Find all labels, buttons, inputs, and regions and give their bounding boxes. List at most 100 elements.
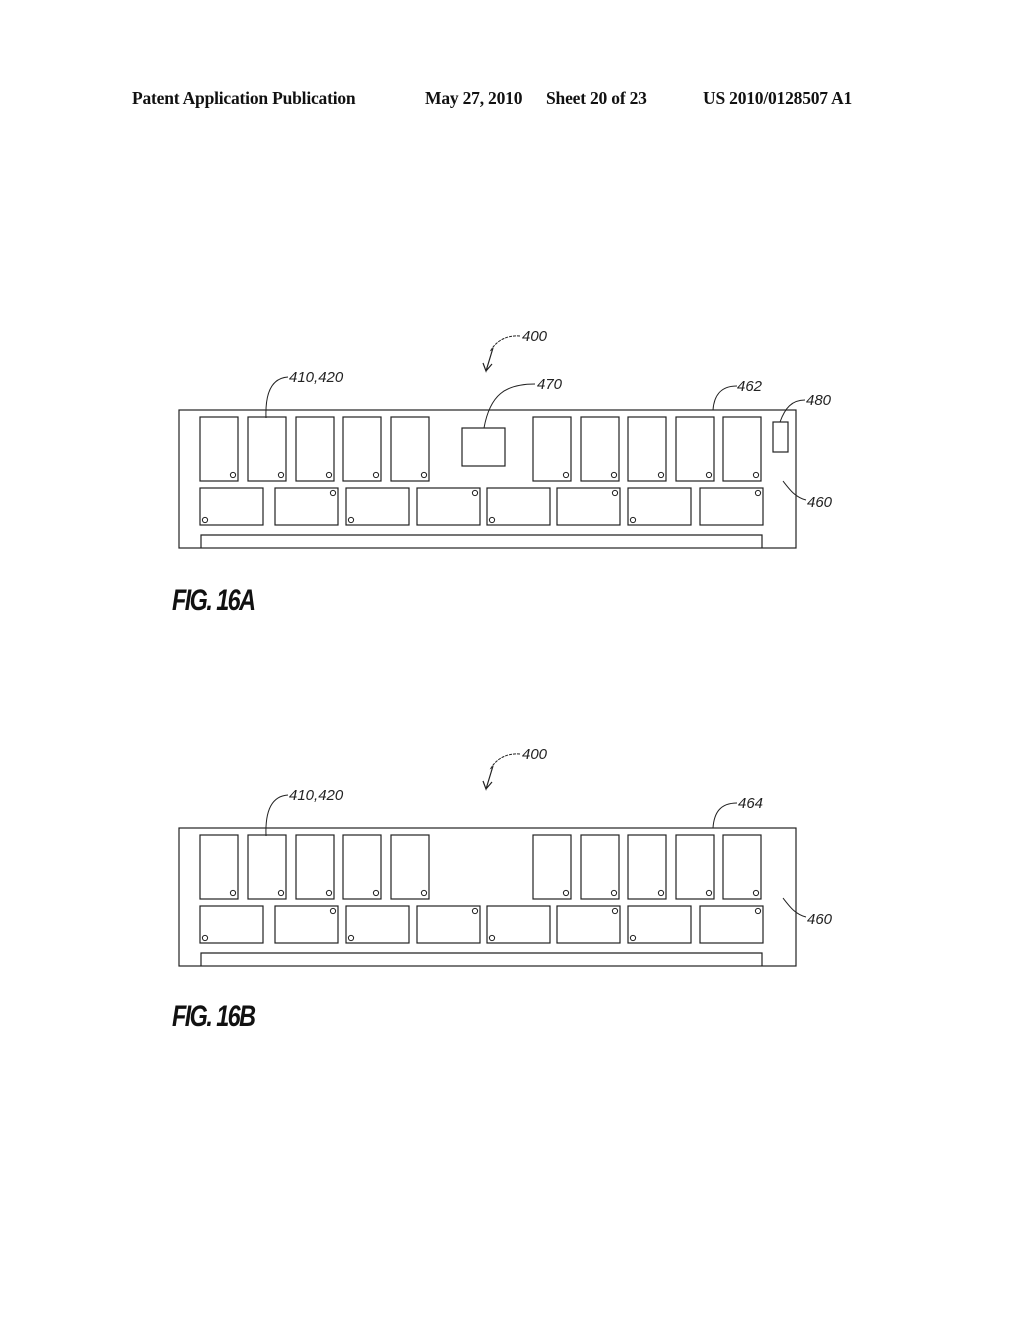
ref-label-board: 460 <box>807 911 833 928</box>
memory-chip <box>390 834 430 900</box>
memory-chip <box>295 834 335 900</box>
pin1-marker-icon <box>325 889 333 897</box>
leader-line-board <box>782 480 807 501</box>
memory-chip <box>627 834 667 900</box>
memory-chip <box>416 487 481 526</box>
pin1-marker-icon <box>705 471 713 479</box>
memory-module-board <box>178 827 797 967</box>
memory-chip <box>675 834 715 900</box>
figure-16b: 400 410,420 464 460 <box>178 746 833 967</box>
pin1-marker-icon <box>347 934 355 942</box>
pin1-marker-icon <box>471 907 479 915</box>
figure-label: FIG. 16B <box>172 1000 256 1033</box>
pin1-marker-icon <box>562 889 570 897</box>
ref-label-assembly: 400 <box>522 746 548 763</box>
figure-label: FIG. 16A <box>172 584 256 617</box>
leader-line-board-edge <box>712 385 738 411</box>
leader-line-chips <box>265 794 289 837</box>
memory-chip <box>342 834 382 900</box>
memory-chip <box>390 416 430 482</box>
pin1-marker-icon <box>229 471 237 479</box>
ref-label-center-chip: 470 <box>537 376 563 393</box>
pin1-marker-icon <box>488 934 496 942</box>
pin1-marker-icon <box>562 471 570 479</box>
ref-label-assembly: 400 <box>522 328 548 345</box>
pin1-marker-icon <box>277 889 285 897</box>
pin1-marker-icon <box>488 516 496 524</box>
memory-chip <box>274 487 339 526</box>
pin1-marker-icon <box>277 471 285 479</box>
pin1-marker-icon <box>752 889 760 897</box>
ref-label-board-edge: 462 <box>737 378 763 395</box>
memory-chip <box>532 834 572 900</box>
pin1-marker-icon <box>754 907 762 915</box>
memory-module-board <box>178 409 797 549</box>
figure-16a: 400 410,420 470 462 480 460 <box>178 328 833 549</box>
pin1-marker-icon <box>705 889 713 897</box>
memory-chip <box>532 416 572 482</box>
memory-chip <box>699 905 764 944</box>
pin1-marker-icon <box>420 889 428 897</box>
leader-line-board <box>782 897 807 918</box>
pin1-marker-icon <box>629 934 637 942</box>
pin1-marker-icon <box>229 889 237 897</box>
memory-chip <box>556 905 621 944</box>
memory-chip <box>199 416 239 482</box>
edge-connector <box>200 534 763 548</box>
memory-chip <box>486 487 551 526</box>
side-component <box>772 421 789 453</box>
memory-chip <box>722 834 762 900</box>
memory-chip <box>699 487 764 526</box>
memory-chip <box>199 905 264 944</box>
arrow-icon <box>482 347 494 373</box>
memory-chip <box>627 416 667 482</box>
leader-line-board-edge <box>712 802 738 829</box>
pin1-marker-icon <box>657 471 665 479</box>
memory-chip <box>675 416 715 482</box>
memory-chip <box>295 416 335 482</box>
memory-chip <box>342 416 382 482</box>
buffer-chip <box>461 427 506 467</box>
pin1-marker-icon <box>629 516 637 524</box>
pin1-marker-icon <box>325 471 333 479</box>
pin1-marker-icon <box>372 889 380 897</box>
pin1-marker-icon <box>372 471 380 479</box>
pin1-marker-icon <box>329 489 337 497</box>
memory-chip <box>627 487 692 526</box>
pin1-marker-icon <box>201 934 209 942</box>
leader-line-side-component <box>779 399 806 423</box>
pin1-marker-icon <box>752 471 760 479</box>
ref-label-chips: 410,420 <box>289 787 344 804</box>
leader-line-assembly <box>489 753 521 771</box>
memory-chip <box>274 905 339 944</box>
pin1-marker-icon <box>611 907 619 915</box>
memory-chip <box>345 905 410 944</box>
leader-line-assembly <box>489 335 521 353</box>
pin1-marker-icon <box>347 516 355 524</box>
ref-label-board: 460 <box>807 494 833 511</box>
pin1-marker-icon <box>611 489 619 497</box>
pin1-marker-icon <box>420 471 428 479</box>
drawing-canvas: 400 410,420 470 462 480 460 400 410,420 … <box>178 328 833 967</box>
ref-label-chips: 410,420 <box>289 369 344 386</box>
ref-label-board-edge: 464 <box>738 795 763 812</box>
memory-chip <box>416 905 481 944</box>
memory-chip <box>247 834 287 900</box>
memory-chip <box>627 905 692 944</box>
pin1-marker-icon <box>610 471 618 479</box>
memory-chip <box>486 905 551 944</box>
memory-chip <box>722 416 762 482</box>
memory-chip <box>199 487 264 526</box>
board-outline <box>178 827 797 967</box>
pin1-marker-icon <box>610 889 618 897</box>
leader-line-chips <box>265 376 289 419</box>
arrow-icon <box>482 765 494 791</box>
pin1-marker-icon <box>657 889 665 897</box>
memory-chip <box>345 487 410 526</box>
memory-chip <box>556 487 621 526</box>
ref-label-side-component: 480 <box>806 392 832 409</box>
edge-connector <box>200 952 763 966</box>
memory-chip <box>580 416 620 482</box>
pin1-marker-icon <box>201 516 209 524</box>
memory-chip <box>580 834 620 900</box>
